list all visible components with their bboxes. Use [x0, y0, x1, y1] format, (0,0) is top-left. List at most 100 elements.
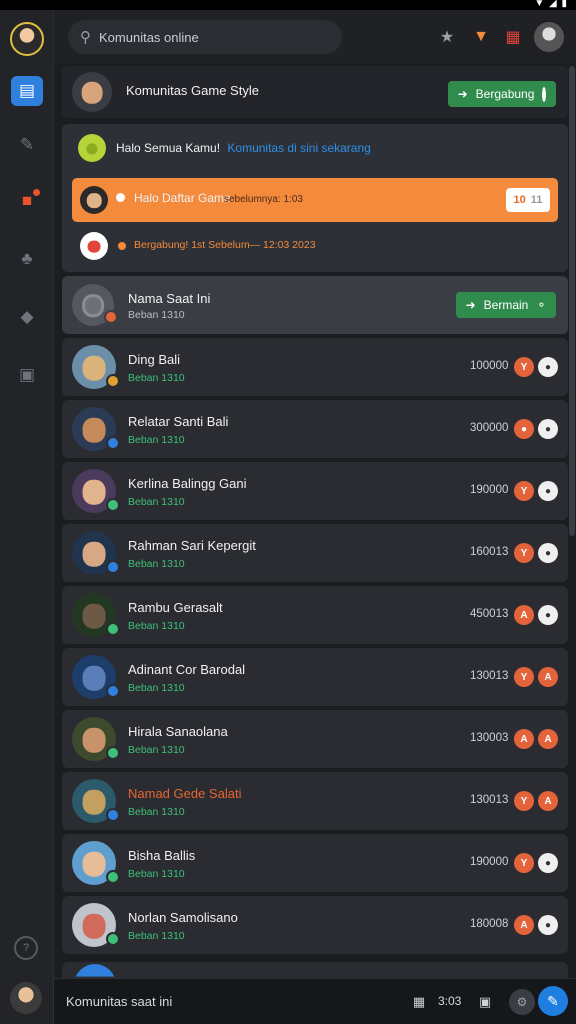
member-action-1-button[interactable]: A	[514, 729, 534, 749]
action-1-icon: A	[520, 919, 528, 931]
member-row[interactable]: Relatar Santi Bali Beban 1310 300000 ● ●	[62, 400, 568, 458]
member-action-2-button[interactable]: A	[538, 791, 558, 811]
member-action-2-button[interactable]: ●	[538, 853, 558, 873]
member-action-1-button[interactable]: Y	[514, 357, 534, 377]
library-icon: ▣	[18, 365, 36, 384]
rail-friends-button[interactable]: ♣	[11, 244, 43, 274]
action-2-icon: ●	[544, 485, 552, 497]
community-greeting: Halo Semua Kamu! Komunitas di sini sekar…	[116, 141, 371, 155]
top-user-avatar[interactable]	[534, 22, 564, 52]
member-action-2-button[interactable]: ●	[538, 357, 558, 377]
community-box: Halo Semua Kamu! Komunitas di sini sekar…	[62, 124, 568, 272]
member-action-1-button[interactable]: A	[514, 605, 534, 625]
join-button[interactable]: ➜ Bergabung	[448, 81, 556, 107]
member-row[interactable]: Namad Gede Salati Beban 1310 130013 Y A	[62, 772, 568, 830]
member-row[interactable]: Hirala Sanaolana Beban 1310 130003 A A	[62, 710, 568, 768]
bottom-user-avatar[interactable]	[10, 982, 42, 1014]
action-1-icon: Y	[520, 857, 528, 869]
member-row[interactable]: Norlan Samolisano Beban 1310 180008 A ●	[62, 896, 568, 954]
highlight-row[interactable]: Halo Daftar Game sebelumnya: 1:03 10 11	[72, 178, 558, 222]
shield-icon[interactable]: ▼	[468, 24, 494, 50]
notice-dot-icon	[118, 242, 126, 250]
member-action-2-button[interactable]: ●	[538, 915, 558, 935]
action-1-icon: Y	[520, 485, 528, 497]
action-2-icon: A	[544, 733, 552, 745]
community-avatar	[72, 72, 112, 112]
member-row[interactable]: Bisha Ballis Beban 1310 190000 Y ●	[62, 834, 568, 892]
rail-edit-button[interactable]: ✎	[11, 130, 43, 160]
highlight-avatar	[80, 186, 108, 214]
highlight-action-badge: 11	[530, 194, 543, 206]
member-action-2-button[interactable]: ●	[538, 481, 558, 501]
member-value: 190000	[470, 856, 509, 868]
member-value: 160013	[470, 546, 509, 558]
highlight-name: Halo Daftar Game	[134, 191, 231, 205]
help-icon[interactable]: ?	[14, 936, 38, 960]
community-name: Komunitas Game Style	[126, 83, 259, 98]
community-logo	[78, 134, 106, 162]
featured-status-badge	[104, 310, 118, 324]
member-action-1-button[interactable]: Y	[514, 481, 534, 501]
pin-icon[interactable]: ★	[434, 24, 460, 50]
rail-messages-button[interactable]: ◆	[11, 302, 43, 332]
member-status-badge	[106, 498, 120, 512]
community-header-row[interactable]: Komunitas Game Style ➜ Bergabung	[62, 66, 568, 118]
community-link[interactable]: Komunitas di sini sekarang	[227, 141, 370, 155]
member-action-2-button[interactable]: ●	[538, 605, 558, 625]
member-sub: Beban 1310	[128, 744, 185, 756]
play-button-label: Bermain	[483, 298, 529, 312]
action-1-icon: A	[520, 733, 528, 745]
highlight-action-button[interactable]: 10 11	[506, 188, 550, 212]
notice-logo	[80, 232, 108, 260]
member-action-2-button[interactable]: A	[538, 729, 558, 749]
member-row[interactable]: Kerlina Balingg Gani Beban 1310 190000 Y ●	[62, 462, 568, 520]
member-action-1-button[interactable]: Y	[514, 853, 534, 873]
rail-chat-button[interactable]: ▤	[11, 76, 43, 106]
member-row[interactable]: Ding Bali Beban 1310 100000 Y ●	[62, 338, 568, 396]
action-2-icon: ●	[544, 609, 552, 621]
featured-row[interactable]: Nama Saat Ini Beban 1310 ➜ Bermain ⚬	[62, 276, 568, 334]
play-button[interactable]: ➜ Bermain ⚬	[456, 292, 556, 318]
search-box[interactable]: ⚲	[68, 20, 342, 54]
member-action-1-button[interactable]: Y	[514, 543, 534, 563]
member-value: 450013	[470, 608, 509, 620]
member-status-badge	[106, 870, 120, 884]
member-row[interactable]: Rahman Sari Kepergit Beban 1310 160013 Y ●	[62, 524, 568, 582]
member-action-1-button[interactable]: Y	[514, 667, 534, 687]
highlight-action-label: 10	[513, 194, 526, 206]
member-action-2-button[interactable]: A	[538, 667, 558, 687]
member-status-badge	[106, 684, 120, 698]
member-sub: Beban 1310	[128, 434, 185, 446]
signal-icon: ▦	[412, 994, 426, 1009]
member-action-2-button[interactable]: ●	[538, 543, 558, 563]
action-2-icon: ●	[544, 423, 552, 435]
member-name: Kerlina Balingg Gani	[128, 476, 247, 491]
action-2-icon: A	[544, 795, 552, 807]
member-action-1-button[interactable]: A	[514, 915, 534, 935]
member-sub: Beban 1310	[128, 868, 185, 880]
chat-icon: ▤	[18, 81, 36, 100]
member-action-1-button[interactable]: Y	[514, 791, 534, 811]
screen-icon[interactable]: ▣	[474, 991, 496, 1013]
grid-icon[interactable]: ▦	[500, 24, 526, 50]
rail-games-button[interactable]: ■	[11, 186, 43, 216]
search-input[interactable]	[99, 29, 309, 45]
member-status-badge	[106, 374, 120, 388]
member-action-2-button[interactable]: ●	[538, 419, 558, 439]
member-action-1-button[interactable]: ●	[514, 419, 534, 439]
check-icon	[542, 86, 547, 102]
partial-row	[62, 962, 568, 978]
friends-icon: ♣	[21, 249, 33, 268]
action-1-icon: Y	[520, 547, 528, 559]
status-dot-icon	[116, 193, 125, 202]
settings-icon[interactable]: ⚙	[509, 989, 535, 1015]
rail-library-button[interactable]: ▣	[11, 360, 43, 390]
member-row[interactable]: Adinant Cor Barodal Beban 1310 130013 Y A	[62, 648, 568, 706]
member-sub: Beban 1310	[128, 620, 185, 632]
scrollbar[interactable]	[569, 66, 575, 536]
compose-button[interactable]: ✎	[538, 986, 568, 1016]
member-row[interactable]: Rambu Gerasalt Beban 1310 450013 A ●	[62, 586, 568, 644]
member-name: Ding Bali	[128, 352, 181, 367]
profile-avatar[interactable]	[10, 22, 44, 56]
member-name: Rambu Gerasalt	[128, 600, 223, 615]
